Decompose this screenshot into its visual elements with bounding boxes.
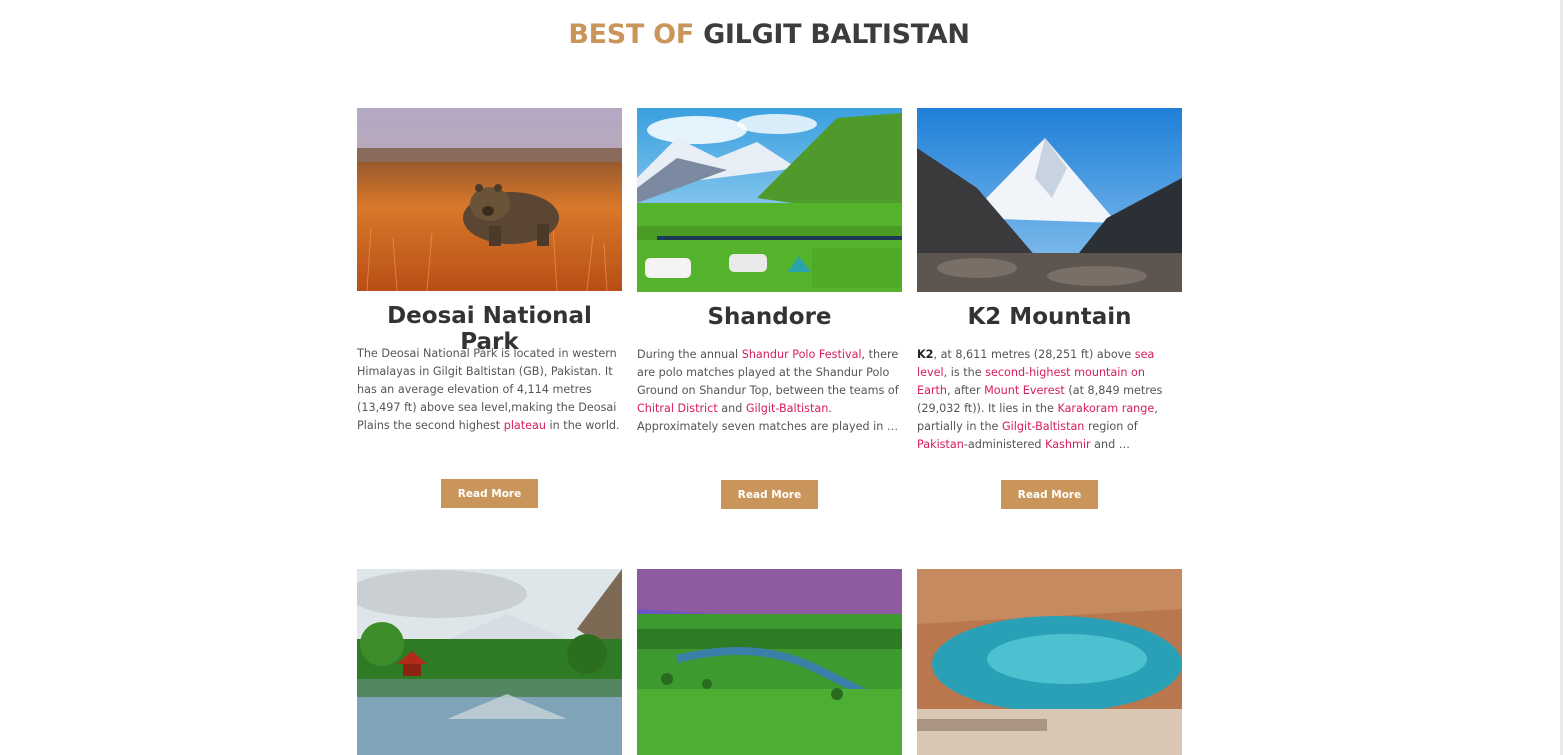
deosai-bear-photo[interactable]: [357, 108, 622, 291]
description-text: and: [717, 402, 746, 415]
card-description: K2, at 8,611 metres (28,251 ft) above se…: [917, 346, 1182, 454]
description-link[interactable]: Karakoram range: [1057, 402, 1154, 415]
shandur-polo-ground-photo[interactable]: [637, 108, 902, 292]
description-link[interactable]: plateau: [504, 419, 546, 432]
read-more-button[interactable]: Read More: [441, 479, 538, 508]
attabad-lake-photo[interactable]: [917, 569, 1182, 755]
description-link[interactable]: Pakistan: [917, 438, 964, 451]
card-description: During the annual Shandur Polo Festival,…: [637, 346, 902, 436]
description-bold-text: K2: [917, 348, 934, 361]
read-more-button[interactable]: Read More: [721, 480, 818, 509]
description-link[interactable]: Chitral District: [637, 402, 718, 415]
k2-peak-photo[interactable]: [917, 108, 1182, 292]
card-description: The Deosai National Park is located in w…: [357, 345, 622, 435]
shangrila-lake-pagoda-photo[interactable]: [357, 569, 622, 755]
card-title: K2 Mountain: [967, 304, 1132, 330]
description-link[interactable]: Mount Everest: [984, 384, 1065, 397]
card-title: Shandore: [707, 304, 832, 330]
section-title-main: GILGIT BALTISTAN: [703, 19, 970, 50]
description-link[interactable]: Gilgit-Baltistan: [746, 402, 828, 415]
description-text: region of: [1084, 420, 1138, 433]
description-text: , is the: [943, 366, 986, 379]
description-text: -administered: [963, 438, 1046, 451]
description-link[interactable]: Shandur Polo Festival: [742, 348, 862, 361]
description-text: in the world.: [546, 419, 620, 432]
phander-valley-photo[interactable]: [637, 569, 902, 755]
description-text: , at 8,611 metres (28,251 ft) above: [933, 348, 1135, 361]
read-more-button[interactable]: Read More: [1001, 480, 1098, 509]
description-text: and …: [1090, 438, 1130, 451]
description-link[interactable]: Kashmir: [1045, 438, 1091, 451]
section-title-accent: BEST OF: [568, 19, 694, 50]
section-title: BEST OF GILGIT BALTISTAN: [0, 19, 1538, 50]
description-text: During the annual: [637, 348, 742, 361]
description-text: , after: [947, 384, 985, 397]
description-link[interactable]: Gilgit-Baltistan: [1002, 420, 1084, 433]
